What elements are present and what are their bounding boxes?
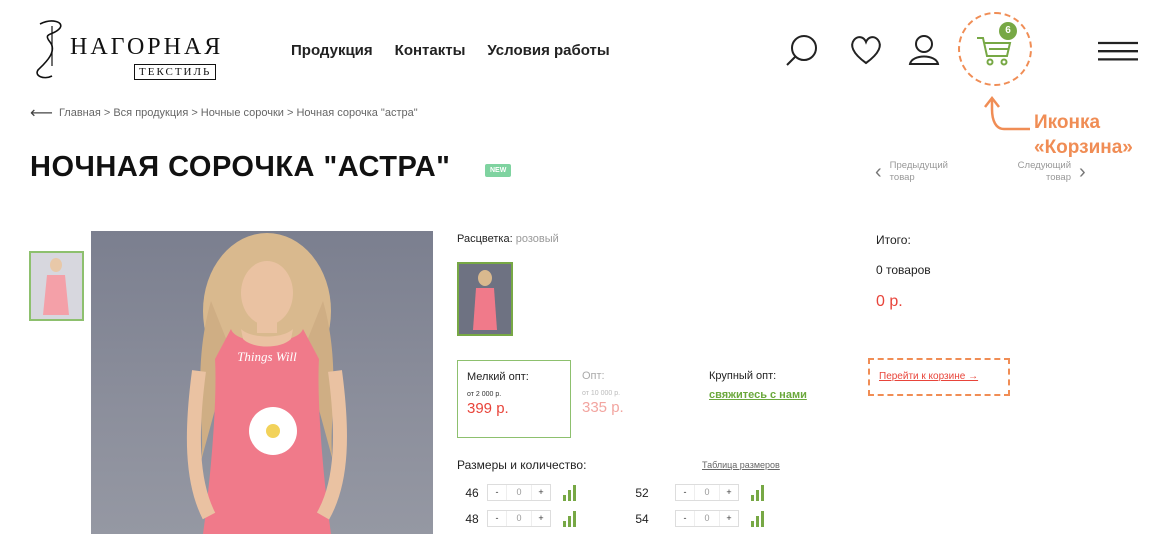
size-row: 54 - 0 + — [627, 510, 764, 527]
chevron-right-icon: › — [1079, 161, 1086, 183]
search-icon[interactable] — [782, 30, 822, 70]
total-price: 0 р. — [876, 293, 903, 310]
minus-button[interactable]: - — [676, 485, 694, 500]
total-label: Итого: — [876, 233, 911, 247]
nav-item-terms[interactable]: Условия работы — [487, 42, 609, 59]
quantity-input[interactable]: 0 — [694, 485, 720, 500]
quantity-input[interactable]: 0 — [694, 511, 720, 526]
nav-item-products[interactable]: Продукция — [291, 42, 373, 59]
size-label: 48 — [465, 511, 479, 526]
price-small-from: от 2 000 р. — [467, 391, 502, 398]
annotation-arrow-icon — [984, 95, 1030, 131]
back-arrow-icon[interactable]: ⟵ — [30, 103, 53, 123]
nav-item-contacts[interactable]: Контакты — [395, 42, 466, 59]
product-photo: Things Will — [186, 233, 347, 534]
product-main-image: Things Will — [91, 231, 433, 534]
plus-button[interactable]: + — [720, 511, 738, 526]
annotation-label: Иконка «Корзина» — [1034, 112, 1133, 158]
quantity-stepper: - 0 + — [675, 510, 739, 527]
menu-icon[interactable] — [1098, 33, 1138, 73]
sizes-title: Размеры и количество: — [457, 458, 587, 472]
stock-bars-icon — [751, 510, 764, 527]
logo-swirl-icon — [36, 20, 62, 79]
price-large-label: Крупный опт: — [709, 370, 777, 382]
plus-button[interactable]: + — [532, 485, 550, 500]
size-label: 54 — [635, 511, 649, 526]
thumbnail-image — [31, 253, 82, 319]
chevron-left-icon: ‹ — [875, 161, 882, 183]
contact-us-link[interactable]: свяжитесь с нами — [709, 389, 807, 401]
new-badge: NEW — [485, 164, 512, 177]
size-row: 48 - 0 + — [457, 510, 576, 527]
price-opt-value: 335 р. — [582, 399, 624, 416]
minus-button[interactable]: - — [676, 511, 694, 526]
page-title: НОЧНАЯ СОРОЧКА "АСТРА" — [30, 151, 451, 183]
price-large: Крупный опт: свяжитесь с нами — [709, 370, 807, 401]
price-small-label: Мелкий опт: — [467, 371, 529, 383]
stock-bars-icon — [563, 510, 576, 527]
size-label: 52 — [635, 485, 649, 500]
size-label: 46 — [465, 485, 479, 500]
price-small-opt-box[interactable]: Мелкий опт: от 2 000 р. 399 р. — [457, 360, 571, 438]
plus-button[interactable]: + — [720, 485, 738, 500]
breadcrumb: ⟵ Главная > Вся продукция > Ночные сороч… — [30, 103, 418, 123]
colour-label: Расцветка: — [457, 233, 513, 245]
stock-bars-icon — [751, 484, 764, 501]
colour-value: розовый — [515, 233, 559, 245]
size-row: 46 - 0 + — [457, 484, 576, 501]
price-opt-label: Опт: — [582, 370, 605, 382]
main-nav: Продукция Контакты Условия работы — [291, 42, 610, 59]
brand-sub: ТЕКСТИЛЬ — [134, 64, 217, 80]
go-to-cart-link[interactable]: Перейти к корзине → — [879, 371, 978, 382]
colour-swatch[interactable] — [457, 262, 513, 336]
user-icon[interactable] — [904, 30, 944, 70]
minus-button[interactable]: - — [488, 485, 506, 500]
minus-button[interactable]: - — [488, 511, 506, 526]
plus-button[interactable]: + — [532, 511, 550, 526]
breadcrumb-text[interactable]: Главная > Вся продукция > Ночные сорочки… — [59, 107, 418, 119]
prev-product-link[interactable]: ‹ Предыдущий товар — [875, 160, 960, 184]
size-row: 52 - 0 + — [627, 484, 764, 501]
quantity-stepper: - 0 + — [675, 484, 739, 501]
brand-logo[interactable]: НАГОРНАЯ ТЕКСТИЛЬ — [30, 18, 235, 82]
next-product-link[interactable]: Следующий товар › — [1015, 160, 1086, 184]
total-count: 0 товаров — [876, 263, 931, 277]
quantity-input[interactable]: 0 — [506, 511, 532, 526]
gallery-thumbnail[interactable] — [29, 251, 84, 321]
price-opt-from: от 10 000 р. — [582, 390, 621, 397]
colour-line: Расцветка: розовый — [457, 233, 559, 245]
cart-count-badge: 6 — [999, 22, 1017, 40]
stock-bars-icon — [563, 484, 576, 501]
price-opt[interactable]: Опт: от 10 000 р. 335 р. — [582, 370, 624, 416]
svg-text:Things Will: Things Will — [237, 349, 297, 364]
quantity-input[interactable]: 0 — [506, 485, 532, 500]
price-small-value: 399 р. — [467, 400, 509, 417]
size-table-link[interactable]: Таблица размеров — [702, 460, 780, 470]
quantity-stepper: - 0 + — [487, 484, 551, 501]
heart-icon[interactable] — [846, 30, 886, 70]
swatch-image — [459, 264, 511, 334]
quantity-stepper: - 0 + — [487, 510, 551, 527]
brand-name: НАГОРНАЯ — [70, 34, 224, 60]
